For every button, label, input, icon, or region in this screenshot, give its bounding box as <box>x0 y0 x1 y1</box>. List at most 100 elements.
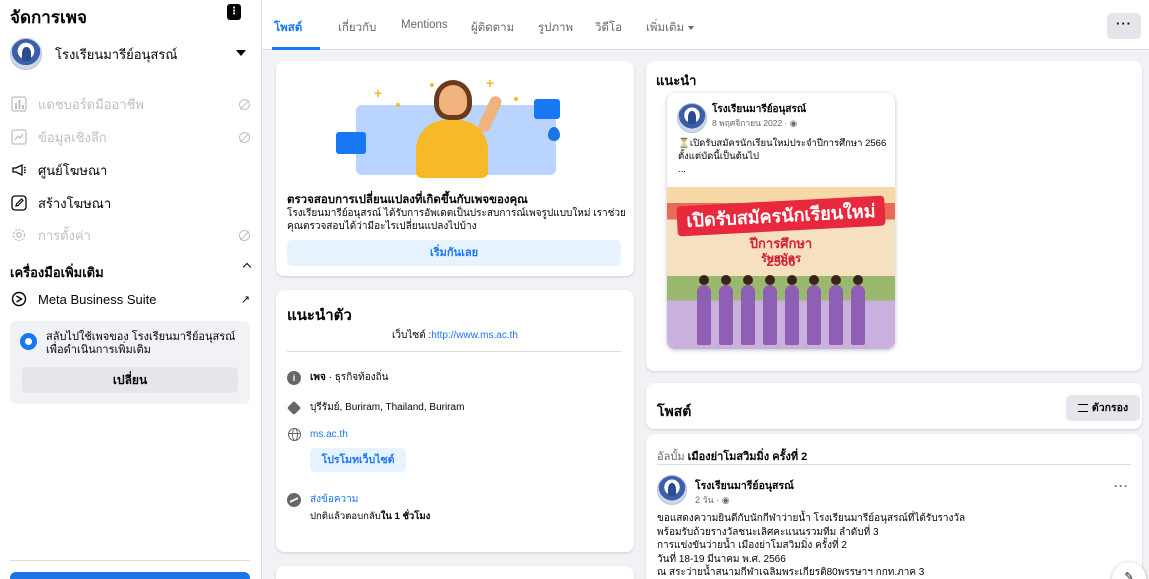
sidebar-item-settings[interactable]: การตั้งค่า <box>10 225 250 245</box>
recommended-post[interactable]: โรงเรียนมารีย์อนุสรณ์ 8 พฤศจิกายน 2022 ·… <box>667 93 895 349</box>
meta-business-suite-icon <box>10 290 28 308</box>
website-link[interactable]: http://www.ms.ac.th <box>431 330 518 341</box>
sparkle-icon: + <box>374 85 383 101</box>
insights-icon <box>10 128 28 146</box>
sidebar-item-insights[interactable]: ข้อมูลเชิงลึก <box>10 127 250 147</box>
post-author[interactable]: โรงเรียนมารีย์อนุสรณ์ <box>695 477 794 494</box>
sidebar-item-label: ศูนย์โฆษณา <box>38 162 108 178</box>
sparkle-icon: + <box>486 75 495 91</box>
tab-videos[interactable]: วิดีโอ <box>595 19 622 37</box>
banner-main: เปิดรับสมัครนักเรียนใหม่ <box>676 195 886 237</box>
domain-link[interactable]: ms.ac.th <box>310 429 348 440</box>
see-more[interactable]: ... <box>678 163 888 176</box>
website-prefix: เว็บไซต์ : <box>392 330 432 341</box>
filter-label: ตัวกรอง <box>1091 402 1129 414</box>
page-avatar <box>657 475 687 505</box>
sidebar-item-label: Meta Business Suite <box>38 291 157 307</box>
sidebar-item-ad-center[interactable]: ศูนย์โฆษณา <box>10 160 250 180</box>
illustration: + + <box>336 65 566 180</box>
category-rest: · ธุรกิจท้องถิ่น <box>325 372 389 383</box>
post-date-text: 8 พฤศจิกายน 2022 · <box>712 118 790 128</box>
external-link-icon: ↗ <box>240 293 250 306</box>
sidebar-item-label: แดชบอร์ดมืออาชีพ <box>38 96 145 112</box>
partial-card <box>276 566 634 579</box>
dashboard-icon <box>10 95 28 113</box>
sidebar-item-create-ad[interactable]: สร้างโฆษณา <box>10 193 250 213</box>
sidebar-item-meta-business-suite[interactable]: Meta Business Suite ↗ <box>10 289 250 309</box>
chat-bubble-icon <box>534 99 560 119</box>
sidebar-item-dashboard[interactable]: แดชบอร์ดมืออาชีพ <box>10 94 250 114</box>
blocked-icon <box>239 131 250 143</box>
gear-icon <box>10 226 28 244</box>
post-date: 8 พฤศจิกายน 2022 · ◉ <box>712 116 797 130</box>
album-line: อัลบั้ม เมืองย่าโมสวิมมิ่ง ครั้งที่ 2 <box>657 447 807 465</box>
send-message-link[interactable]: ส่งข้อความ <box>310 492 358 507</box>
more-options-button[interactable]: ··· <box>1107 13 1141 39</box>
sidebar-item-label: การตั้งค่า <box>38 227 91 243</box>
tab-mentions[interactable]: Mentions <box>401 19 448 31</box>
more-tools-label: เครื่องมือเพิ่มเติม <box>10 265 104 280</box>
sidebar-title: จัดการเพจ <box>10 8 87 27</box>
post-date-text: 2 วัน · <box>695 495 722 505</box>
card-body: โรงเรียนมารีย์อนุสรณ์ ได้รับการอัพเดตเป็… <box>287 208 626 232</box>
message-row: ส่งข้อความ <box>287 492 358 507</box>
switch-button[interactable]: เปลี่ยน <box>22 367 238 393</box>
post-card: อัลบั้ม เมืองย่าโมสวิมมิ่ง ครั้งที่ 2 โร… <box>646 434 1142 579</box>
post-more-button[interactable]: ··· <box>1114 479 1129 493</box>
location-text: บุรีรัมย์, Buriram, Thailand, Buriram <box>310 402 465 413</box>
switch-page-text: สลับไปใช้เพจของ โรงเรียนมารีย์อนุสรณ์ เพ… <box>46 331 236 356</box>
post-text-line: การแข่งขันว่ายน้ำ เมืองย่าโมสวิมมิ่ง ครั… <box>657 540 847 551</box>
website-row: ms.ac.th <box>287 427 348 441</box>
post-text-line: วันที่ 18-19 มีนาคม พ.ศ. 2566 <box>657 553 786 565</box>
sidebar-divider <box>10 560 250 561</box>
tab-posts[interactable]: โพสต์ <box>274 19 302 37</box>
more-tools-section[interactable]: เครื่องมือเพิ่มเติม <box>10 262 252 283</box>
tab-more-label: เพิ่มเติม <box>646 22 685 34</box>
website-line: เว็บไซต์ :http://www.ms.ac.th <box>276 328 634 343</box>
post-text-line: ณ สระว่ายน้ำสนามกีฬาเฉลิมพระเกียรติ80พรร… <box>657 567 925 578</box>
globe-icon: ◉ <box>721 495 730 505</box>
blocked-icon <box>239 98 250 110</box>
chevron-down-icon[interactable] <box>236 50 246 56</box>
caret-down-icon <box>688 25 695 30</box>
page-tabs-bar: โพสต์ เกี่ยวกับ Mentions ผู้ติดตาม รูปภา… <box>262 0 1149 50</box>
blocked-icon <box>239 229 250 241</box>
post-text-line: ขอแสดงความยินดีกับนักกีฬาว่ายน้ำ โรงเรีย… <box>657 513 966 524</box>
post-author[interactable]: โรงเรียนมารีย์อนุสรณ์ <box>712 102 806 117</box>
filter-icon <box>1077 404 1088 413</box>
promote-website-button[interactable]: โปรโมทเว็บไซต์ <box>310 448 406 472</box>
post-date: 2 วัน · ◉ <box>695 493 730 507</box>
switch-page-box: สลับไปใช้เพจของ โรงเรียนมารีย์อนุสรณ์ เพ… <box>10 321 250 404</box>
chevron-up-icon <box>242 262 252 272</box>
intro-divider <box>287 351 621 352</box>
page-changes-card: + + ตรวจสอบการเปลี่ยนแปลงที่เกิดขึ้นกับเ… <box>276 61 634 276</box>
tab-about[interactable]: เกี่ยวกับ <box>338 19 376 37</box>
response-prefix: ปกติแล้วตอบกลับ <box>310 511 381 522</box>
post-image[interactable]: เปิดรับสมัครนักเรียนใหม่ ปีการศึกษา 2566… <box>667 187 895 349</box>
album-divider <box>657 464 1131 465</box>
pencil-icon <box>10 194 28 212</box>
post-text-body: ⏳เปิดรับสมัครนักเรียนใหม่ประจำปีการศึกษา… <box>678 138 887 162</box>
sidebar-item-label: ข้อมูลเชิงลึก <box>38 129 107 145</box>
page-name: โรงเรียนมารีย์อนุสรณ์ <box>55 46 178 62</box>
tab-followers[interactable]: ผู้ติดตาม <box>471 19 514 37</box>
sidebar-bottom-button[interactable] <box>10 572 250 579</box>
megaphone-icon <box>10 161 28 179</box>
filter-button[interactable]: ตัวกรอง <box>1066 395 1140 421</box>
messenger-icon <box>287 492 301 507</box>
post-text: ขอแสดงความยินดีกับนักกีฬาว่ายน้ำ โรงเรีย… <box>657 512 1127 579</box>
sidebar-menu-icon[interactable]: ⋮ <box>227 4 241 20</box>
recommend-card: แนะนำ โรงเรียนมารีย์อนุสรณ์ 8 พฤศจิกายน … <box>646 61 1142 371</box>
page-switcher[interactable]: โรงเรียนมารีย์อนุสรณ์ <box>10 38 177 70</box>
intro-title: แนะนำตัว <box>287 307 352 324</box>
album-name[interactable]: เมืองย่าโมสวิมมิ่ง ครั้งที่ 2 <box>688 451 808 463</box>
response-time: ปกติแล้วตอบกลับใน 1 ชั่วโมง <box>310 510 430 523</box>
sidebar: จัดการเพจ ⋮ โรงเรียนมารีย์อนุสรณ์ แดชบอร… <box>0 0 262 579</box>
posts-title: โพสต์ <box>657 403 692 419</box>
tab-more[interactable]: เพิ่มเติม <box>646 19 695 37</box>
get-started-button[interactable]: เริ่มกันเลย <box>287 240 621 266</box>
post-text-line: พร้อมรับถ้วยรางวัลชนะเลิศคะแนนรวมทีม ลำด… <box>657 526 879 538</box>
tab-photos[interactable]: รูปภาพ <box>538 19 573 37</box>
globe-icon: ◉ <box>789 118 798 128</box>
sidebar-item-label: สร้างโฆษณา <box>38 195 112 211</box>
